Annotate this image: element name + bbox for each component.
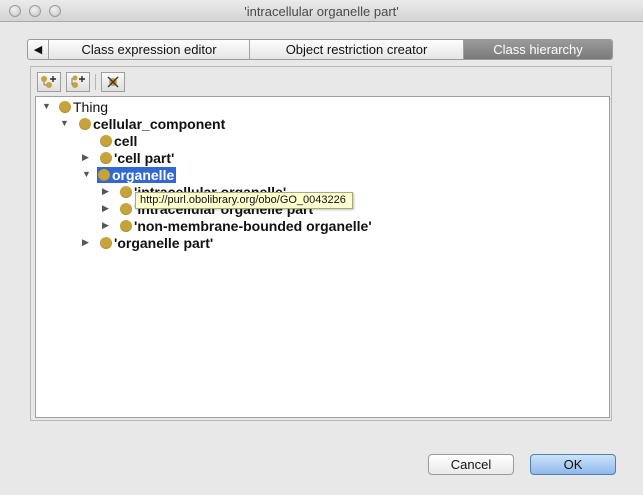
tree-node-thing[interactable]: ▼ Thing — [42, 98, 108, 115]
collapsed-triangle-icon[interactable]: ▶ — [82, 237, 89, 248]
toolbar-separator — [95, 74, 96, 90]
iri-tooltip: http://purl.obolibrary.org/obo/GO_004322… — [135, 192, 353, 209]
class-icon — [120, 219, 132, 232]
add-subclass-icon — [41, 76, 56, 88]
expand-triangle-icon[interactable]: ▼ — [42, 101, 51, 111]
add-sibling-class-button[interactable] — [66, 72, 90, 92]
tab-object-restriction-creator[interactable]: Object restriction creator — [250, 40, 464, 59]
add-subclass-button[interactable] — [37, 72, 61, 92]
tree-node-non-membrane-bounded-organelle[interactable]: ▶ 'non-membrane-bounded organelle' — [102, 217, 372, 234]
class-icon — [120, 185, 132, 198]
class-tree[interactable]: ▼ Thing ▼ cellular_component cell ▶ 'cel… — [35, 96, 610, 418]
add-sibling-class-icon — [71, 75, 85, 88]
class-icon — [100, 134, 112, 147]
selection-highlight: organelle — [97, 166, 177, 183]
class-icon — [98, 168, 110, 181]
expand-triangle-icon[interactable]: ▼ — [82, 169, 91, 179]
tab-class-expression-editor[interactable]: Class expression editor — [49, 40, 250, 59]
collapsed-triangle-icon[interactable]: ▶ — [102, 220, 109, 231]
window-title: 'intracellular organelle part' — [244, 4, 399, 19]
tree-node-cell[interactable]: cell — [100, 132, 137, 149]
tab-scroll-left-icon[interactable]: ◀ — [28, 40, 49, 59]
tree-node-cellular-component[interactable]: ▼ cellular_component — [60, 115, 225, 132]
tab-bar: ◀ Class expression editor Object restric… — [27, 39, 613, 60]
class-icon — [59, 100, 71, 113]
ok-button[interactable]: OK — [530, 454, 616, 475]
class-icon — [120, 202, 132, 215]
collapsed-triangle-icon[interactable]: ▶ — [102, 186, 109, 197]
title-bar: 'intracellular organelle part' — [0, 0, 643, 22]
expand-triangle-icon[interactable]: ▼ — [60, 118, 69, 128]
tree-node-organelle-part[interactable]: ▶ 'organelle part' — [82, 234, 213, 251]
tree-node-cell-part[interactable]: ▶ 'cell part' — [82, 149, 174, 166]
cancel-button[interactable]: Cancel — [428, 454, 514, 475]
collapsed-triangle-icon[interactable]: ▶ — [82, 152, 89, 163]
tree-node-organelle[interactable]: ▼ organelle — [82, 166, 177, 183]
delete-class-button[interactable] — [101, 72, 125, 92]
class-icon — [100, 236, 112, 249]
class-icon — [79, 117, 91, 130]
delete-class-icon — [107, 76, 119, 88]
collapsed-triangle-icon[interactable]: ▶ — [102, 203, 109, 214]
class-icon — [100, 151, 112, 164]
tab-class-hierarchy[interactable]: Class hierarchy — [464, 40, 612, 59]
